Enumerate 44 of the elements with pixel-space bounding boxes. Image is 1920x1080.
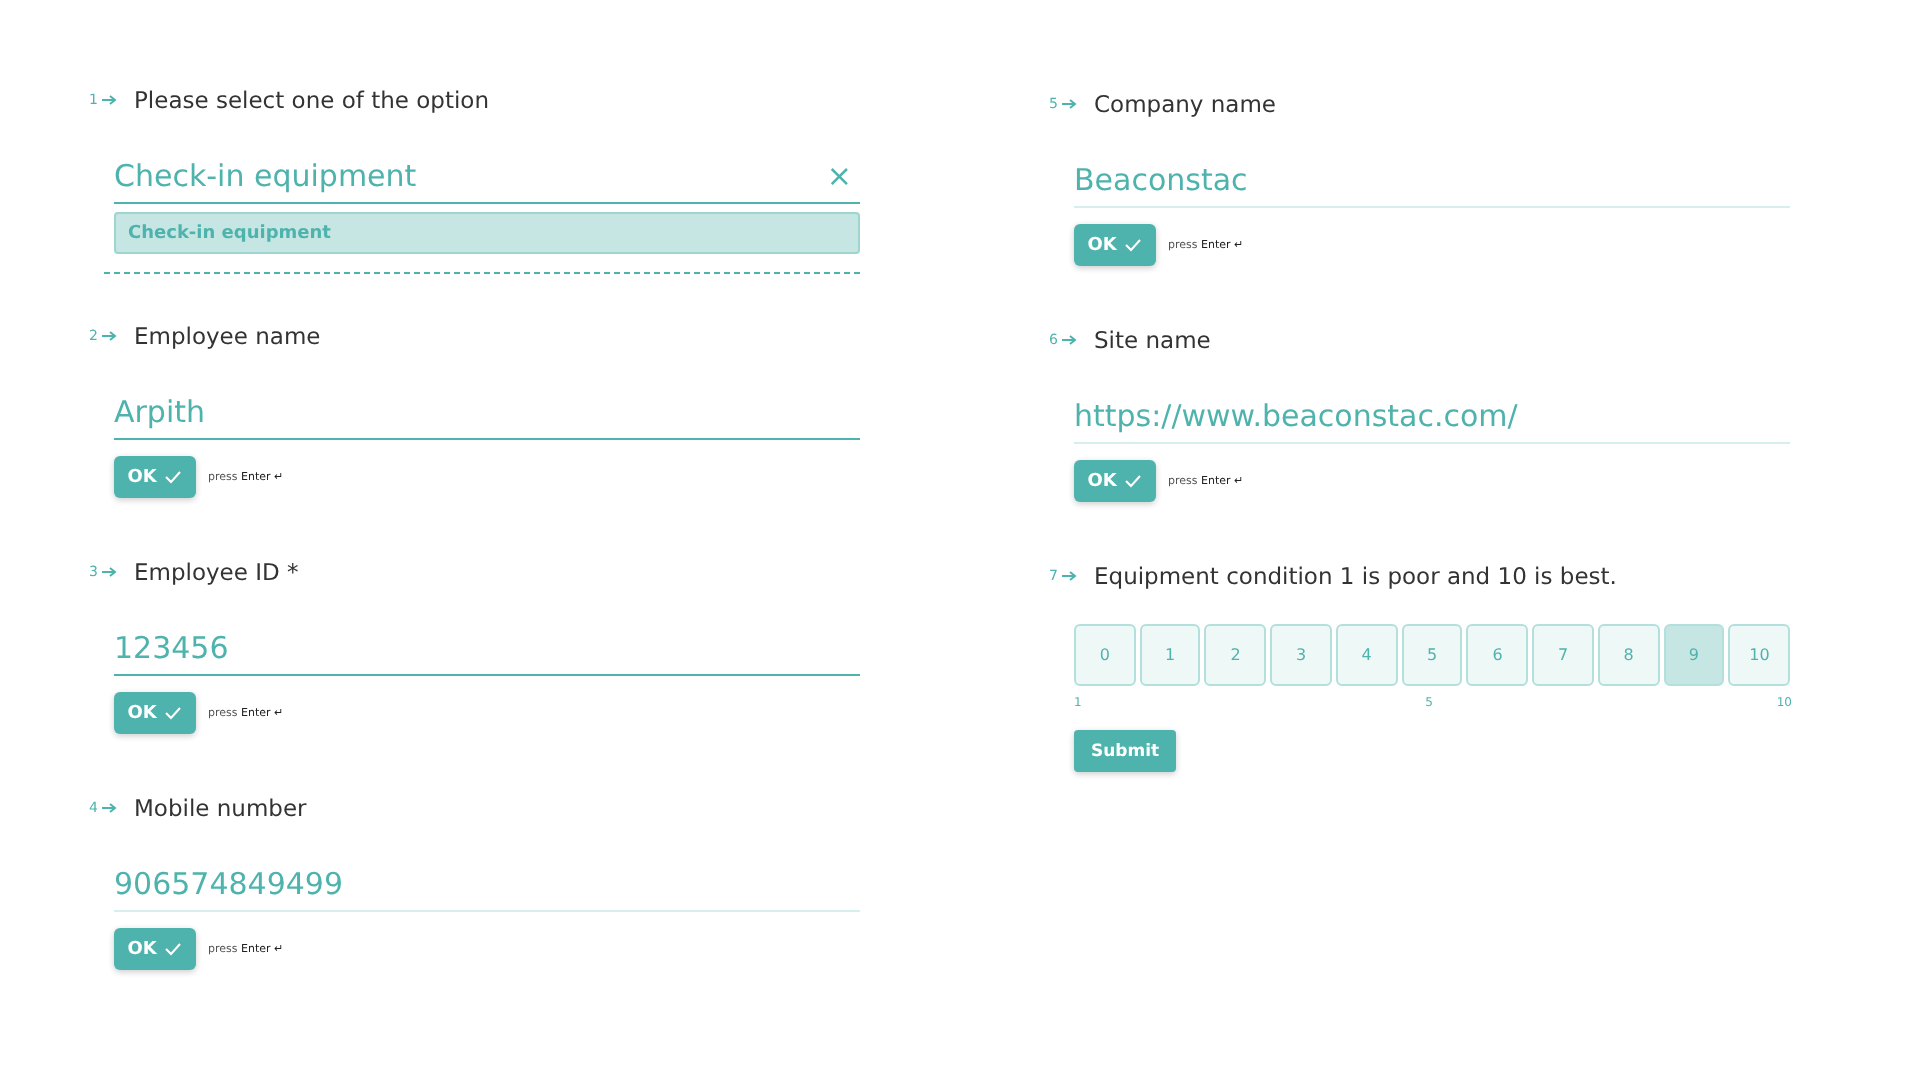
arrow-icon (102, 94, 118, 106)
arrow-icon (102, 802, 118, 814)
arrow-icon (102, 330, 118, 342)
option-item[interactable]: Check-in equipment (114, 212, 860, 254)
ok-button[interactable]: OK (1074, 460, 1156, 502)
rating-option[interactable]: 5 (1401, 624, 1463, 686)
rating-option[interactable]: 7 (1532, 624, 1594, 686)
check-icon (164, 706, 183, 720)
answer-field[interactable]: https://www.beaconstac.com/ (1074, 388, 1790, 444)
question-label: Please select one of the option (134, 86, 489, 114)
rating-option[interactable]: 9 (1663, 624, 1725, 686)
check-icon (1124, 474, 1143, 488)
arrow-icon (1062, 570, 1078, 582)
arrow-icon (1062, 98, 1078, 110)
check-icon (164, 942, 183, 956)
question-label: Site name (1094, 326, 1211, 354)
answer-field[interactable]: Beaconstac (1074, 152, 1790, 208)
submit-button[interactable]: Submit (1074, 730, 1176, 772)
question-label: Company name (1094, 90, 1276, 118)
rating-option[interactable]: 8 (1597, 624, 1660, 686)
rating-option[interactable]: 3 (1270, 624, 1332, 686)
ok-button[interactable]: OK (114, 692, 196, 734)
answer-field[interactable]: 123456 (114, 620, 860, 676)
rating-option[interactable]: 0 (1074, 624, 1136, 686)
rating-option[interactable]: 4 (1335, 624, 1398, 686)
question-label: Equipment condition 1 is poor and 10 is best. (1094, 562, 1617, 590)
rating-option[interactable]: 10 (1728, 624, 1791, 686)
close-icon[interactable]: × (826, 157, 860, 193)
question-label: Employee name (134, 322, 321, 350)
ok-button[interactable]: OK (114, 456, 196, 498)
rating-option[interactable]: 1 (1139, 624, 1201, 686)
answer-field[interactable]: Check-in equipment × (114, 148, 860, 204)
answer-field[interactable]: 906574849499 (114, 856, 860, 912)
rating-option[interactable]: 6 (1466, 624, 1529, 686)
answer-field[interactable]: Arpith (114, 384, 860, 440)
ok-button[interactable]: OK (1074, 224, 1156, 266)
check-icon (1124, 238, 1143, 252)
check-icon (164, 470, 183, 484)
question-label: Employee ID * (134, 558, 299, 586)
rating-option[interactable]: 2 (1204, 624, 1267, 686)
arrow-icon (1062, 334, 1078, 346)
question-label: Mobile number (134, 794, 307, 822)
ok-button[interactable]: OK (114, 928, 196, 970)
arrow-icon (102, 566, 118, 578)
